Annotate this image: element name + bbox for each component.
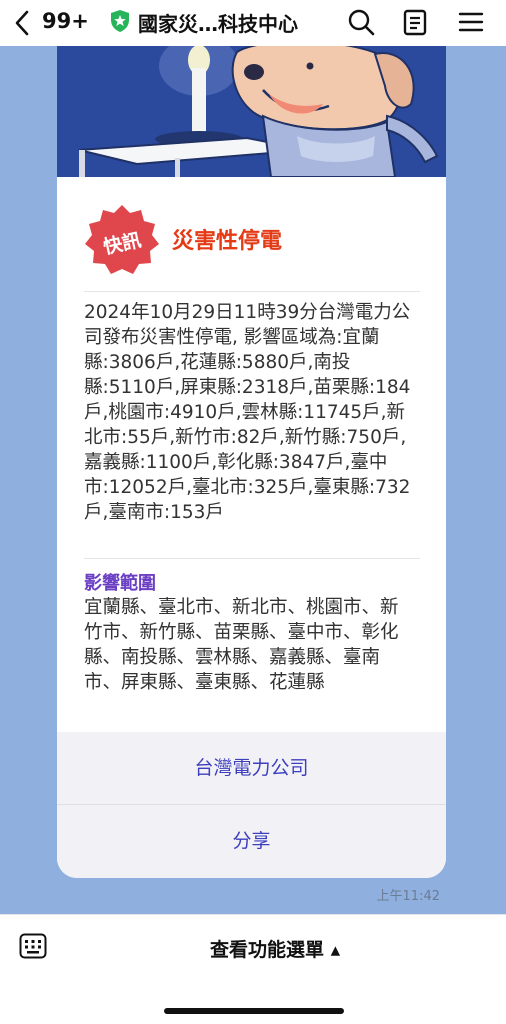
chevron-left-icon [15,10,29,36]
message-timestamp: 上午11:42 [376,889,440,904]
back-button[interactable]: 99+ [14,6,106,38]
function-menu-button[interactable]: 查看功能選單 ▴ [210,935,340,962]
share-button[interactable]: 分享 [57,805,446,878]
banner-image[interactable] [57,46,446,177]
notes-icon[interactable] [400,7,430,37]
unread-count: 99+ [42,9,89,33]
divider [84,291,420,292]
shield-star-icon [111,10,129,32]
keyboard-icon[interactable] [19,933,47,959]
divider [84,558,420,559]
alert-title: 災害性停電 [172,229,283,254]
alert-body: 2024年10月29日11時39分台灣電力公司發布災害性停電, 影響區域為:宜蘭… [84,302,411,523]
home-indicator [164,1008,344,1014]
chat-area[interactable]: 快訊 災害性停電 2024年10月29日11時39分台灣電力公司發布災害性停電,… [0,46,506,914]
alert-message-card: 快訊 災害性停電 2024年10月29日11時39分台灣電力公司發布災害性停電,… [57,46,446,878]
scope-label: 影響範圍 [84,573,156,594]
taipower-button[interactable]: 台灣電力公司 [57,732,446,804]
chat-title[interactable]: 國家災…科技中心 [138,8,298,37]
chat-header: 99+ 國家災…科技中心 [0,0,506,46]
scope-text: 宜蘭縣、臺北市、新北市、桃園市、新竹市、新竹縣、苗栗縣、臺中市、彰化縣、南投縣、… [84,597,399,693]
bottom-bar: 查看功能選單 ▴ [0,914,506,1024]
search-icon[interactable] [346,7,376,37]
menu-icon[interactable] [456,7,486,37]
mascot-candle-illustration [57,46,446,177]
